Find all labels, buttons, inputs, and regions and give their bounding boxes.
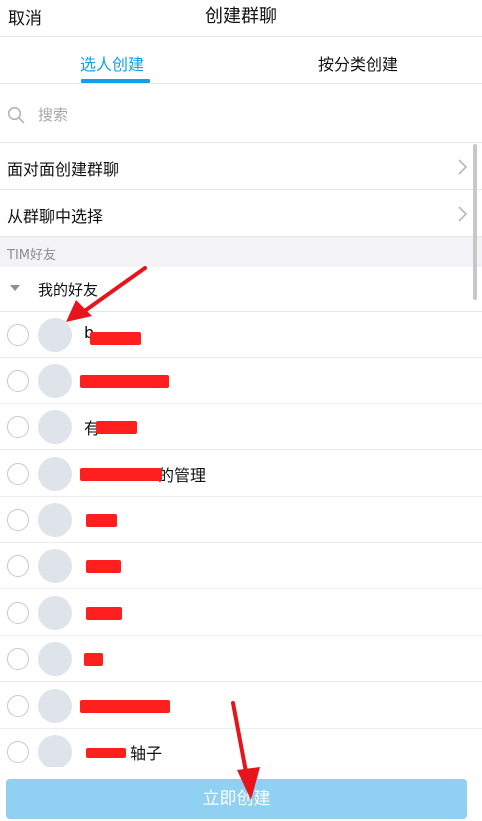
- tab-select-people[interactable]: 选人创建: [80, 51, 144, 75]
- avatar: [38, 503, 72, 537]
- friend-row[interactable]: b: [0, 312, 482, 358]
- avatar: [38, 318, 72, 352]
- avatar: [38, 735, 72, 769]
- menu-item-label: 从群聊中选择: [7, 207, 104, 226]
- search-icon: [7, 106, 25, 124]
- create-now-button[interactable]: 立即创建: [6, 779, 467, 819]
- friend-row[interactable]: [0, 683, 482, 729]
- caret-down-icon: [10, 285, 20, 291]
- face-to-face-create-row[interactable]: 面对面创建群聊: [0, 144, 482, 190]
- friend-name: 的管理: [158, 466, 207, 485]
- friend-group-name: 我的好友: [38, 281, 99, 299]
- create-group-screen: 取消 创建群聊 选人创建 按分类创建 搜索 面对面创建群聊 从群聊中选择 TIM…: [0, 0, 482, 821]
- section-header: TIM好友: [0, 237, 482, 267]
- scrollbar[interactable]: [473, 144, 477, 300]
- redaction-mark: [86, 607, 122, 620]
- redaction-mark: [86, 748, 126, 758]
- select-radio[interactable]: [7, 695, 29, 717]
- search-bar[interactable]: 搜索: [0, 85, 482, 143]
- redaction-mark: [86, 514, 117, 527]
- tab-bar: 选人创建 按分类创建: [0, 36, 482, 84]
- select-radio[interactable]: [7, 509, 29, 531]
- select-radio[interactable]: [7, 416, 29, 438]
- avatar: [38, 549, 72, 583]
- avatar: [38, 364, 72, 398]
- avatar: [38, 642, 72, 676]
- redaction-mark: [80, 468, 162, 481]
- select-radio[interactable]: [7, 648, 29, 670]
- select-from-groups-row[interactable]: 从群聊中选择: [0, 191, 482, 237]
- redaction-mark: [86, 560, 121, 573]
- redaction-mark: [80, 700, 170, 713]
- avatar: [38, 410, 72, 444]
- navigation-bar: 取消 创建群聊: [0, 0, 482, 36]
- select-radio[interactable]: [7, 370, 29, 392]
- friend-row[interactable]: [0, 358, 482, 404]
- section-header-label: TIM好友: [7, 248, 56, 263]
- friend-row[interactable]: 的管理: [0, 451, 482, 497]
- redaction-mark: [84, 653, 103, 666]
- page-title: 创建群聊: [205, 6, 277, 27]
- friend-row[interactable]: [0, 543, 482, 589]
- redaction-mark: [90, 332, 141, 345]
- bottom-action-bar: 立即创建: [0, 767, 482, 821]
- menu-item-label: 面对面创建群聊: [7, 160, 120, 179]
- friend-row[interactable]: [0, 636, 482, 682]
- redaction-mark: [96, 421, 137, 434]
- chevron-right-icon: [458, 206, 468, 222]
- tab-by-category[interactable]: 按分类创建: [318, 51, 398, 75]
- friend-row[interactable]: [0, 590, 482, 636]
- avatar: [38, 596, 72, 630]
- friend-row[interactable]: [0, 497, 482, 543]
- redaction-mark: [80, 375, 169, 388]
- select-radio[interactable]: [7, 555, 29, 577]
- avatar: [38, 689, 72, 723]
- select-radio[interactable]: [7, 324, 29, 346]
- friend-row[interactable]: 有: [0, 404, 482, 450]
- friend-name: 轴子: [130, 744, 163, 763]
- select-radio[interactable]: [7, 741, 29, 763]
- avatar: [38, 457, 72, 491]
- select-radio[interactable]: [7, 602, 29, 624]
- active-tab-indicator: [81, 79, 150, 83]
- search-input[interactable]: 搜索: [38, 104, 68, 125]
- chevron-right-icon: [458, 159, 468, 175]
- select-radio[interactable]: [7, 463, 29, 485]
- friend-group-header[interactable]: 我的好友: [0, 267, 482, 312]
